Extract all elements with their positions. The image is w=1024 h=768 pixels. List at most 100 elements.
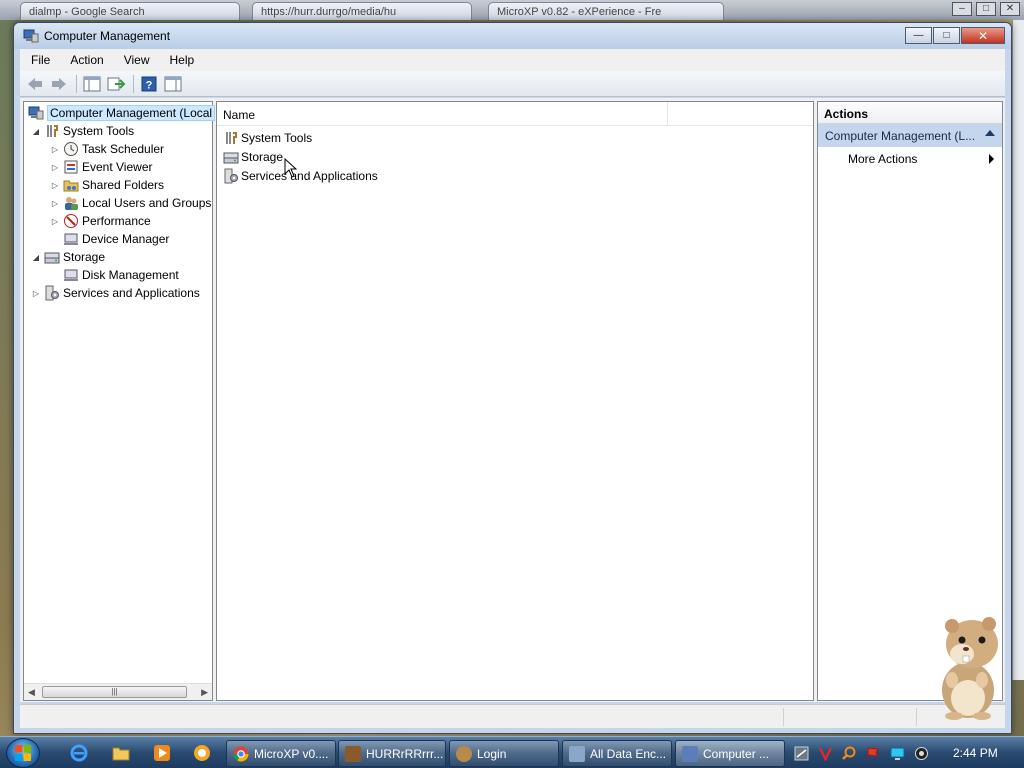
- tree-item-label: Storage: [63, 250, 106, 264]
- status-bar-divider: [916, 708, 917, 726]
- taskbar-clock[interactable]: 2:44 PM: [953, 746, 998, 760]
- expanded-arrow-icon[interactable]: ◢: [30, 125, 42, 137]
- show-hide-action-pane-icon: [164, 76, 182, 91]
- show-hide-tree-button[interactable]: [81, 74, 103, 94]
- taskbar-item-hurr[interactable]: HURRrRRrrr...: [338, 740, 446, 767]
- tree-item-label: Services and Applications: [63, 286, 200, 300]
- tree-item-disk-management[interactable]: Disk Management: [61, 266, 179, 284]
- mouse-cursor-icon: [284, 158, 298, 178]
- file-explorer-icon[interactable]: [112, 744, 130, 762]
- list-item-label: System Tools: [241, 131, 313, 145]
- tree-item-label: Local Users and Groups: [82, 196, 212, 210]
- maximize-button[interactable]: □: [933, 27, 960, 44]
- expanded-arrow-icon[interactable]: ◢: [30, 251, 42, 263]
- back-icon: [28, 77, 42, 90]
- column-divider[interactable]: [667, 102, 668, 126]
- system-tools-icon: [223, 130, 239, 146]
- background-browser: dialmp - Google Search https://hurr.durr…: [0, 0, 1024, 20]
- toolbar-separator: [76, 74, 77, 93]
- list-item-storage[interactable]: Storage: [223, 148, 283, 166]
- tray-display-icon[interactable]: [890, 746, 905, 761]
- minimize-button[interactable]: —: [905, 27, 932, 44]
- background-scrollbar: [1012, 20, 1024, 680]
- background-tab[interactable]: dialmp - Google Search: [20, 2, 240, 20]
- tree-item-root[interactable]: Computer Management (Local: [26, 104, 216, 122]
- scrollbar-thumb[interactable]: |||: [42, 686, 187, 698]
- internet-explorer-icon[interactable]: [70, 744, 88, 762]
- quick-launch-app-icon[interactable]: [193, 744, 211, 762]
- taskbar-item-computer-management[interactable]: Computer ...: [675, 740, 785, 767]
- computer-management-icon: [682, 745, 698, 762]
- close-icon[interactable]: ✕: [1000, 2, 1020, 16]
- more-actions-item[interactable]: More Actions: [818, 147, 1002, 170]
- tray-search-icon[interactable]: [842, 746, 857, 761]
- show-hide-action-pane-button[interactable]: [162, 74, 184, 94]
- collapse-arrow-icon[interactable]: [985, 130, 995, 136]
- tree-item-storage[interactable]: ◢ Storage: [30, 248, 105, 266]
- more-actions-label: More Actions: [848, 152, 918, 166]
- tree-horizontal-scrollbar[interactable]: ◀ ||| ▶: [24, 683, 212, 700]
- clock-icon: [63, 141, 79, 157]
- background-tab[interactable]: https://hurr.durrgo/media/hu: [252, 2, 472, 20]
- device-manager-icon: [63, 231, 79, 247]
- title-bar[interactable]: Computer Management — □ ✕: [14, 23, 1011, 49]
- column-header-name[interactable]: Name: [223, 108, 255, 122]
- collapsed-arrow-icon[interactable]: ▷: [49, 215, 61, 227]
- taskbar-item-login[interactable]: Login: [449, 740, 559, 767]
- tree-item-system-tools[interactable]: ◢ System Tools: [30, 122, 134, 140]
- minimize-icon[interactable]: –: [952, 2, 972, 16]
- tray-v-icon[interactable]: [818, 746, 833, 761]
- collapsed-arrow-icon[interactable]: ▷: [30, 287, 42, 299]
- taskbar-item-microxp[interactable]: MicroXP v0....: [226, 740, 336, 767]
- forward-button[interactable]: [48, 74, 70, 94]
- tree-item-label: Computer Management (Local: [47, 105, 216, 121]
- menu-view[interactable]: View: [113, 53, 159, 67]
- window-icon: [569, 745, 585, 762]
- list-item-label: Services and Applications: [241, 169, 378, 183]
- actions-section-header[interactable]: Computer Management (L...: [818, 124, 1002, 147]
- hamster-mascot-icon: [942, 617, 998, 720]
- help-button[interactable]: ?: [138, 74, 160, 94]
- hamster-icon: [456, 745, 472, 762]
- media-player-icon[interactable]: [153, 744, 171, 762]
- status-bar-divider: [783, 708, 784, 726]
- collapsed-arrow-icon[interactable]: ▷: [49, 197, 61, 209]
- menu-help[interactable]: Help: [159, 53, 204, 67]
- menu-action[interactable]: Action: [59, 53, 112, 67]
- list-item-system-tools[interactable]: System Tools: [223, 129, 312, 147]
- taskbar-item-all-data[interactable]: All Data Enc...: [562, 740, 672, 767]
- scroll-right-icon[interactable]: ▶: [201, 687, 208, 698]
- taskbar: MicroXP v0.... HURRrRRrrr... Login All D…: [0, 736, 1024, 768]
- export-list-icon: [107, 77, 125, 90]
- collapsed-arrow-icon[interactable]: ▷: [49, 161, 61, 173]
- actions-header: Actions: [818, 102, 1002, 124]
- tray-volume-icon[interactable]: [914, 746, 929, 761]
- back-button[interactable]: [24, 74, 46, 94]
- start-button[interactable]: [6, 738, 40, 768]
- document-icon: [345, 745, 361, 762]
- tree-item-task-scheduler[interactable]: ▷ Task Scheduler: [49, 140, 164, 158]
- list-item-services[interactable]: Services and Applications: [223, 167, 378, 185]
- tree-item-local-users[interactable]: ▷ Local Users and Groups: [49, 194, 211, 212]
- export-list-button[interactable]: [105, 74, 127, 94]
- tray-flag-icon[interactable]: [866, 746, 881, 761]
- menu-file[interactable]: File: [20, 53, 59, 67]
- background-tab[interactable]: MicroXP v0.82 - eXPerience - Fre: [488, 2, 724, 20]
- close-button[interactable]: ✕: [961, 27, 1005, 44]
- scroll-left-icon[interactable]: ◀: [28, 687, 35, 698]
- console-tree: Computer Management (Local ◢ System Tool…: [23, 101, 216, 701]
- services-icon: [44, 285, 60, 301]
- disk-management-icon: [63, 267, 79, 283]
- collapsed-arrow-icon[interactable]: ▷: [49, 179, 61, 191]
- tree-item-shared-folders[interactable]: ▷ Shared Folders: [49, 176, 164, 194]
- toolbar-separator: [133, 74, 134, 93]
- tree-item-device-manager[interactable]: Device Manager: [61, 230, 169, 248]
- collapsed-arrow-icon[interactable]: ▷: [49, 143, 61, 155]
- tree-item-services[interactable]: ▷ Services and Applications: [30, 284, 200, 302]
- taskbar-item-label: Login: [477, 746, 507, 761]
- tree-item-event-viewer[interactable]: ▷ Event Viewer: [49, 158, 153, 176]
- tray-network-icon[interactable]: [794, 746, 809, 761]
- tree-item-performance[interactable]: ▷ Performance: [49, 212, 151, 230]
- maximize-icon[interactable]: □: [976, 2, 996, 16]
- tree-item-label: Device Manager: [82, 232, 170, 246]
